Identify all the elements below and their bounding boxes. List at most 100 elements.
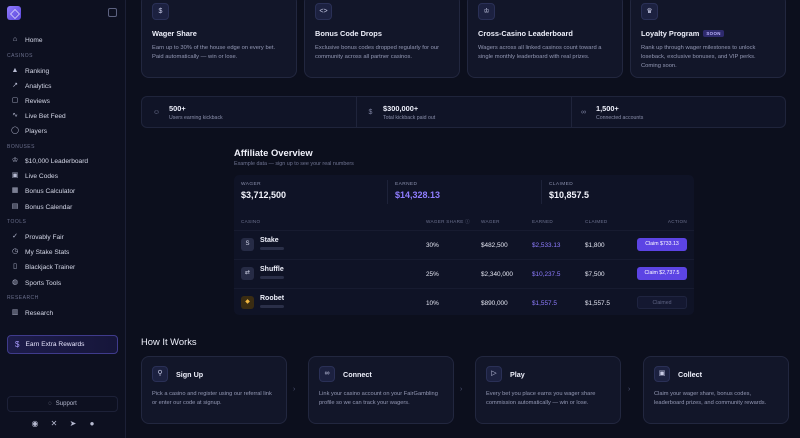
step-sign-up: ⚲ Sign Up Pick a casino and register usin… [141, 356, 287, 424]
total-earned: EARNED $14,328.13 [388, 175, 541, 209]
step-desc: Every bet you place earns you wager shar… [486, 391, 596, 406]
wager-share: 10% [426, 300, 439, 307]
dollar-icon: $ [368, 108, 373, 116]
stat-label: Connected accounts [596, 114, 644, 121]
sidebar-item-players[interactable]: ◯ Players [6, 124, 118, 138]
sidebar-item-leaderboard[interactable]: ♔ $10,000 Leaderboard [6, 154, 118, 168]
reviews-icon: ▢ [11, 97, 19, 104]
activity-icon: ∿ [12, 112, 18, 119]
sidebar-item-ranking[interactable]: ▲ Ranking [6, 64, 118, 78]
sidebar-item-sports-tools[interactable]: ◍ Sports Tools [6, 276, 118, 290]
feature-title: Bonus Code Drops [315, 29, 382, 38]
sidebar-item-my-stake-stats[interactable]: ◷ My Stake Stats [6, 245, 118, 259]
step-desc: Link your casino account on your FairGam… [319, 391, 438, 406]
casino-name: Stake [260, 237, 279, 244]
stat-accounts: ∞ 1,500+ Connected accounts [579, 97, 643, 127]
discord-icon[interactable]: ◉ [30, 419, 40, 429]
wager: $890,000 [481, 300, 508, 307]
step-play: ▷ Play Every bet you place earns you wage… [475, 356, 621, 424]
earn-button-label: Earn Extra Rewards [25, 341, 85, 348]
calendar-icon: ▤ [11, 203, 19, 210]
table-header: CASINO WAGER SHARE ⓘ WAGER EARNED CLAIME… [234, 217, 694, 229]
column-wager-share[interactable]: WAGER SHARE ⓘ [426, 219, 470, 225]
feature-title: Wager Share [152, 29, 197, 38]
step-title: Connect [343, 369, 372, 379]
roobet-logo-icon: ◆ [241, 296, 254, 309]
feature-title: Loyalty Program [641, 29, 700, 38]
dollar-icon: $ [15, 340, 20, 349]
earn-extra-rewards-button[interactable]: $ Earn Extra Rewards [7, 335, 118, 354]
claim-button[interactable]: Claim $2,737.5 [637, 267, 687, 280]
sidebar-item-reviews[interactable]: ▢ Reviews [6, 94, 118, 108]
sidebar-item-label: Players [25, 127, 47, 135]
feature-title: Cross-Casino Leaderboard [478, 29, 573, 38]
support-button[interactable]: ◌ Support [7, 396, 118, 412]
stat-value: 500+ [169, 103, 186, 113]
check-icon: ✓ [12, 233, 18, 240]
step-desc: Claim your wager share, bonus codes, lea… [654, 391, 767, 406]
affiliate-overview-panel: WAGER $3,712,500 EARNED $14,328.13 CLAIM… [234, 175, 694, 315]
reddit-icon[interactable]: ● [87, 419, 97, 429]
telegram-icon[interactable]: ➤ [68, 419, 78, 429]
total-claimed: CLAIMED $10,857.5 [542, 175, 695, 209]
casino-name: Shuffle [260, 266, 284, 273]
trophy-icon: ♔ [478, 3, 495, 20]
sidebar-item-label: Analytics [25, 82, 52, 90]
calculator-icon: ▦ [11, 187, 19, 194]
sidebar-item-blackjack-trainer[interactable]: ▯ Blackjack Trainer [6, 260, 118, 274]
logo-icon[interactable] [7, 6, 21, 20]
sidebar-item-live-codes[interactable]: ▣ Live Codes [6, 169, 118, 183]
claimed-button: Claimed [637, 296, 687, 309]
total-value: $10,857.5 [549, 190, 590, 200]
claim-button[interactable]: Claim $733.13 [637, 238, 687, 251]
collapse-sidebar-icon[interactable] [108, 8, 117, 17]
globe-icon: ◍ [11, 279, 19, 286]
trophy-icon: ♔ [11, 157, 19, 164]
casino-subtext-placeholder [260, 247, 284, 250]
sidebar-item-home[interactable]: ⌂ Home [6, 33, 118, 47]
stat-divider [356, 97, 357, 127]
column-casino: CASINO [241, 219, 261, 224]
sidebar-item-label: Ranking [25, 67, 50, 75]
sidebar-item-analytics[interactable]: ↗ Analytics [6, 79, 118, 93]
claimed: $1,800 [585, 242, 605, 249]
feature-card-wager-share: $ Wager Share Earn up to 30% of the hous… [141, 0, 297, 78]
sidebar-item-label: Bonus Calculator [25, 187, 76, 195]
play-icon: ▷ [486, 366, 502, 382]
section-label-bonuses: BONUSES [7, 144, 35, 150]
claimed: $1,557.5 [585, 300, 610, 307]
total-label: EARNED [395, 182, 418, 187]
stat-label: Total kickback paid out [383, 114, 436, 121]
feature-card-cross-casino-leaderboard: ♔ Cross-Casino Leaderboard Wagers across… [467, 0, 623, 78]
sidebar-item-bonus-calculator[interactable]: ▦ Bonus Calculator [6, 184, 118, 198]
users-icon: ☺ [152, 108, 161, 116]
sidebar-item-label: Live Codes [25, 172, 58, 180]
stake-logo-icon: S [241, 238, 254, 251]
column-wager: WAGER [481, 219, 500, 224]
sidebar-item-bonus-calendar[interactable]: ▤ Bonus Calendar [6, 200, 118, 214]
how-it-works-title: How It Works [141, 336, 197, 347]
wager-share: 30% [426, 242, 439, 249]
casino-name: Roobet [260, 295, 285, 302]
wager: $482,500 [481, 242, 508, 249]
total-label: WAGER [241, 182, 261, 187]
dollar-icon: $ [152, 3, 169, 20]
user-icon: ◯ [11, 127, 19, 134]
sidebar-item-label: Live Bet Feed [25, 112, 66, 120]
sidebar-item-research[interactable]: ▥ Research [6, 306, 118, 320]
gift-icon: ▣ [11, 172, 19, 179]
feature-desc: Wagers across all linked casinos count t… [478, 45, 602, 60]
sidebar-item-label: Home [25, 36, 43, 44]
x-icon[interactable]: ✕ [49, 419, 59, 429]
stat-value: $300,000+ [383, 103, 419, 113]
stats-bar: ☺ 500+ Users earning kickback $ $300,000+… [141, 96, 786, 128]
sidebar-item-live-bet-feed[interactable]: ∿ Live Bet Feed [6, 109, 118, 123]
casino-subtext-placeholder [260, 276, 284, 279]
column-earned: EARNED [532, 219, 553, 224]
feature-card-loyalty-program: ♛ Loyalty Program SOON Rank up through wa… [630, 0, 786, 78]
sidebar-item-label: Reviews [25, 97, 50, 105]
sidebar-item-provably-fair[interactable]: ✓ Provably Fair [6, 230, 118, 244]
section-label-tools: TOOLS [7, 219, 27, 225]
chevron-right-icon: › [293, 386, 296, 393]
stat-divider [571, 97, 572, 127]
